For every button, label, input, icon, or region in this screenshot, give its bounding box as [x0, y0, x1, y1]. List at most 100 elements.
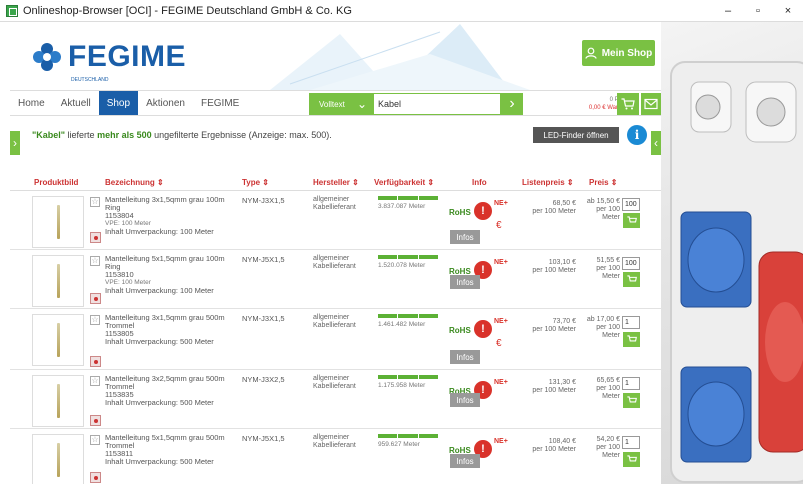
- warning-icon[interactable]: !: [474, 202, 492, 220]
- col-manufacturer[interactable]: Hersteller ⇕: [313, 178, 359, 187]
- favorite-icon[interactable]: ☆: [90, 376, 100, 386]
- product-name[interactable]: Mantelleitung 3x1,5qmm grau 500m Trommel: [105, 314, 235, 330]
- mail-button[interactable]: [641, 93, 661, 115]
- availability-bar: [378, 255, 438, 259]
- cart-button[interactable]: [617, 93, 639, 115]
- manufacturer-line2: Kabellieferant: [313, 442, 356, 449]
- infos-button[interactable]: Infos: [450, 275, 480, 289]
- col-list-price[interactable]: Listenpreis ⇕: [522, 178, 574, 187]
- warning-icon[interactable]: !: [474, 320, 492, 338]
- quantity-input[interactable]: [622, 198, 640, 211]
- product-image[interactable]: [32, 255, 84, 307]
- quantity-input[interactable]: [622, 257, 640, 270]
- cart-icon: [626, 335, 637, 342]
- user-icon: [585, 47, 597, 59]
- availability-bar: [378, 196, 438, 200]
- fegime-logo[interactable]: FEGIME DEUTSCHLAND: [32, 40, 186, 83]
- quantity-input[interactable]: [622, 436, 640, 449]
- infos-button[interactable]: Infos: [450, 230, 480, 244]
- infos-button[interactable]: Infos: [450, 454, 480, 468]
- col-price[interactable]: Preis ⇕: [589, 178, 618, 187]
- price-unit: per 100: [596, 385, 620, 392]
- manufacturer: allgemeiner Kabellieferant: [313, 434, 356, 450]
- manufacturer-line2: Kabellieferant: [313, 322, 356, 329]
- product-image[interactable]: [32, 375, 84, 427]
- price-unit-2: Meter: [602, 332, 620, 339]
- cart-icon: [626, 396, 637, 403]
- search-input[interactable]: [373, 93, 501, 115]
- product-description: Mantelleitung 3x1,5qmm grau 500m Trommel…: [105, 314, 235, 346]
- availability: 1.175.958 Meter: [378, 375, 438, 389]
- cart-icon: [621, 98, 635, 110]
- list-price-unit: per 100 Meter: [532, 208, 576, 215]
- infos-button[interactable]: Infos: [450, 393, 480, 407]
- product-type: NYM-J3X1,5: [242, 314, 285, 323]
- product-name[interactable]: Mantelleitung 3x2,5qmm grau 500m Trommel: [105, 375, 235, 391]
- pack-info: Inhalt Umverpackung: 500 Meter: [105, 398, 214, 407]
- favorite-icon[interactable]: ☆: [90, 315, 100, 325]
- quantity-input[interactable]: [622, 316, 640, 329]
- col-type[interactable]: Type ⇕: [242, 178, 269, 187]
- pin-icon[interactable]: [90, 232, 101, 243]
- product-name[interactable]: Mantelleitung 5x1,5qmm grau 500m Trommel: [105, 434, 235, 450]
- list-price-value: 68,50 €: [552, 200, 576, 207]
- product-type: NYM-J3X2,5: [242, 375, 285, 384]
- table-row: ☆ Mantelleitung 5x1,5qmm grau 100m Ring …: [10, 251, 661, 309]
- add-to-cart-button[interactable]: [623, 393, 640, 408]
- tab-home[interactable]: Home: [10, 91, 53, 115]
- col-availability[interactable]: Verfügbarkeit ⇕: [374, 178, 434, 187]
- pin-icon[interactable]: [90, 356, 101, 367]
- col-description[interactable]: Bezeichnung ⇕: [105, 178, 164, 187]
- availability-text: 1.461.482 Meter: [378, 321, 426, 328]
- cart-icon: [626, 455, 637, 462]
- minimize-button[interactable]: –: [713, 0, 743, 22]
- led-finder-button[interactable]: LED-Finder öffnen: [533, 127, 619, 143]
- pin-icon[interactable]: [90, 415, 101, 426]
- tab-aktionen[interactable]: Aktionen: [138, 91, 193, 115]
- product-image[interactable]: [32, 434, 84, 484]
- add-to-cart-button[interactable]: [623, 452, 640, 467]
- price: ab 15,50 € per 100 Meter: [576, 198, 620, 222]
- manufacturer-line1: allgemeiner: [313, 314, 350, 321]
- close-button[interactable]: ×: [773, 0, 803, 22]
- my-shop-button[interactable]: Mein Shop: [582, 40, 655, 66]
- euro-icon[interactable]: €: [496, 338, 502, 349]
- search-submit-button[interactable]: ›: [501, 93, 523, 115]
- infos-button[interactable]: Infos: [450, 350, 480, 364]
- left-panel-toggle[interactable]: ›: [10, 131, 20, 155]
- add-to-cart-button[interactable]: [623, 272, 640, 287]
- tab-fegime[interactable]: FEGIME: [193, 91, 247, 115]
- mail-icon: [644, 98, 658, 110]
- add-to-cart-button[interactable]: [623, 213, 640, 228]
- price: 51,55 € per 100 Meter: [576, 257, 620, 281]
- maximize-button[interactable]: ▫: [743, 0, 773, 22]
- pin-icon[interactable]: [90, 293, 101, 304]
- availability: 1.520.078 Meter: [378, 255, 438, 269]
- price: 65,65 € per 100 Meter: [576, 377, 620, 401]
- result-count: mehr als 500: [97, 130, 152, 140]
- product-image[interactable]: [32, 314, 84, 366]
- socket-box-illustration: [670, 61, 803, 483]
- favorite-icon[interactable]: ☆: [90, 435, 100, 445]
- logo-subtitle: DEUTSCHLAND: [71, 77, 109, 83]
- info-icon[interactable]: i: [627, 125, 647, 145]
- add-to-cart-button[interactable]: [623, 332, 640, 347]
- search-mode-select[interactable]: Volltext ⌄: [309, 93, 373, 115]
- tab-shop[interactable]: Shop: [98, 91, 139, 115]
- list-price-value: 131,30 €: [548, 379, 576, 386]
- euro-icon[interactable]: €: [496, 220, 502, 231]
- chevron-left-icon: ‹: [654, 136, 658, 150]
- tab-aktuell[interactable]: Aktuell: [53, 91, 99, 115]
- availability-bar: [378, 314, 438, 318]
- favorite-icon[interactable]: ☆: [90, 197, 100, 207]
- my-shop-label: Mein Shop: [601, 47, 653, 59]
- product-name[interactable]: Mantelleitung 5x1,5qmm grau 100m Ring: [105, 255, 235, 271]
- right-panel-toggle[interactable]: ‹: [651, 131, 661, 155]
- list-price-unit: per 100 Meter: [532, 387, 576, 394]
- results-table-header: Produktbild Bezeichnung ⇕ Type ⇕ Herstel…: [10, 177, 661, 191]
- pin-icon[interactable]: [90, 472, 101, 483]
- product-name[interactable]: Mantelleitung 3x1,5qmm grau 100m Ring: [105, 196, 235, 212]
- product-image[interactable]: [32, 196, 84, 248]
- favorite-icon[interactable]: ☆: [90, 256, 100, 266]
- quantity-input[interactable]: [622, 377, 640, 390]
